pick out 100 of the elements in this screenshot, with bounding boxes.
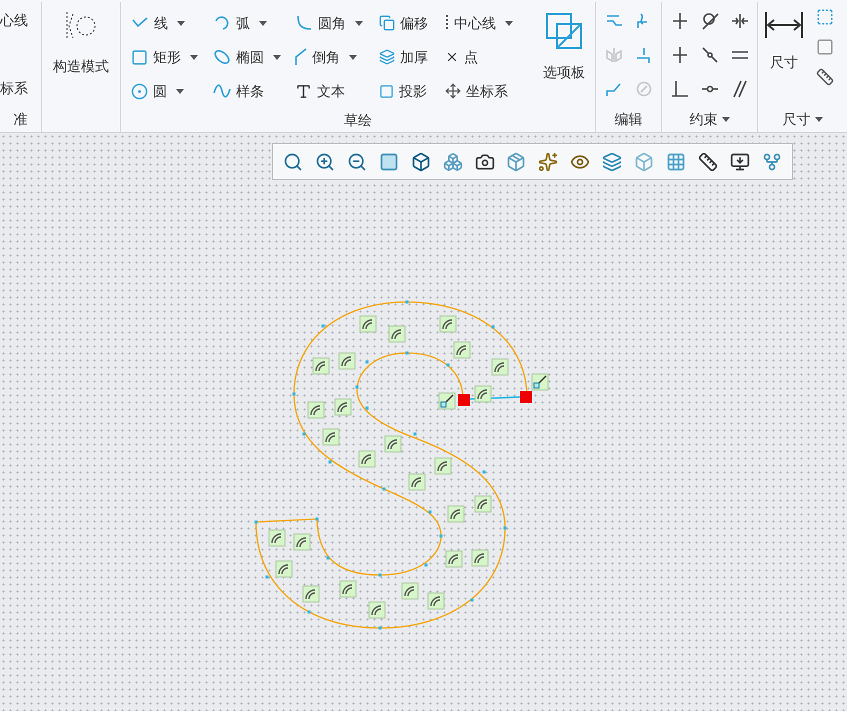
connecting-line bbox=[470, 396, 520, 400]
constraint-marker-icon bbox=[428, 592, 444, 610]
ruler-icon bbox=[698, 152, 718, 172]
constraint-marker-icon bbox=[384, 436, 402, 452]
endpoint-marker-icon bbox=[458, 394, 470, 406]
tool-button[interactable]: 线 bbox=[131, 6, 213, 40]
grid-icon bbox=[666, 152, 686, 172]
tool-button[interactable]: 投影 bbox=[379, 74, 445, 108]
constraint-marker-icon bbox=[360, 316, 376, 332]
constraint-marker-icon bbox=[308, 402, 324, 418]
square-icon bbox=[379, 84, 394, 98]
ellipse-icon bbox=[213, 48, 231, 66]
copy-icon bbox=[379, 15, 395, 31]
camera-icon bbox=[474, 152, 495, 172]
tool-button[interactable]: 圆角 bbox=[295, 6, 379, 40]
slanted-corner-icon bbox=[295, 48, 307, 66]
search-icon bbox=[283, 152, 303, 172]
horizontal-constraint-icon bbox=[671, 46, 689, 64]
tool-button[interactable]: 坐标系 bbox=[445, 74, 543, 108]
axes-icon bbox=[445, 83, 461, 99]
box-icon bbox=[506, 152, 526, 172]
constraint-marker-icon bbox=[388, 326, 406, 342]
layers-icon bbox=[379, 49, 395, 65]
rectangle-icon bbox=[816, 38, 834, 56]
constraint-marker-icon bbox=[338, 352, 356, 370]
dimension-button[interactable]: 尺寸 bbox=[758, 2, 810, 106]
construction-mode-button[interactable]: 构造模式 bbox=[53, 8, 109, 77]
coincident-constraint-icon bbox=[701, 46, 719, 64]
tool-button[interactable]: 倒角 bbox=[295, 40, 379, 74]
constraint-marker-icon bbox=[358, 450, 376, 468]
constraint-marker-icon bbox=[472, 550, 488, 566]
constraint-marker-icon bbox=[276, 560, 292, 578]
constraint-marker-icon bbox=[334, 398, 352, 416]
tool-button[interactable]: 矩形 bbox=[131, 40, 213, 74]
vertical-constraint-icon bbox=[671, 12, 689, 30]
constraint-marker-icon bbox=[454, 342, 470, 358]
constraint-marker-icon bbox=[474, 496, 492, 512]
tool-label[interactable]: 标系 bbox=[0, 78, 28, 99]
rotate-icon bbox=[635, 80, 653, 98]
line-constraint-icon bbox=[532, 374, 548, 390]
monitor-icon bbox=[730, 152, 750, 172]
square-split-icon bbox=[545, 12, 583, 50]
tool-button[interactable]: 圆 bbox=[131, 74, 213, 108]
cube-icon bbox=[410, 152, 431, 172]
constraint-marker-icon bbox=[448, 506, 464, 522]
tool-button[interactable]: 点 bbox=[445, 40, 543, 74]
tool-button[interactable]: 中心线 bbox=[445, 6, 543, 40]
corner-arc-icon bbox=[295, 14, 313, 32]
tool-button[interactable]: 文本 bbox=[295, 74, 379, 108]
layers-icon bbox=[602, 152, 622, 172]
wave-icon bbox=[213, 82, 231, 100]
ruler-icon bbox=[816, 68, 834, 86]
palette-button[interactable]: 选项板 bbox=[543, 6, 585, 86]
constraint-marker-icon bbox=[440, 316, 456, 332]
constraint-marker-icon bbox=[268, 530, 286, 546]
constraint-marker-icon bbox=[492, 358, 508, 376]
dashed-line-icon bbox=[445, 14, 449, 32]
dashed-rectangle-icon bbox=[816, 8, 834, 26]
cubes-icon bbox=[442, 152, 463, 172]
tool-label[interactable]: 心线 bbox=[0, 10, 28, 31]
constraint-marker-icon bbox=[474, 386, 492, 402]
zoom-in-icon bbox=[314, 152, 335, 172]
endpoint-marker-icon bbox=[520, 391, 532, 403]
constraint-marker-icon bbox=[446, 550, 462, 568]
mirror-icon bbox=[605, 46, 623, 64]
sparkle-icon bbox=[538, 152, 558, 172]
cross-icon bbox=[445, 50, 459, 64]
constraint-marker-icon bbox=[434, 458, 452, 474]
line-constraint-icon bbox=[438, 392, 456, 410]
group-label: 准 bbox=[14, 110, 28, 128]
corner-icon bbox=[635, 46, 653, 64]
parallel-constraint-icon bbox=[731, 80, 749, 98]
text-icon bbox=[295, 82, 312, 100]
constraint-marker-icon bbox=[340, 580, 356, 598]
symmetric-constraint-icon bbox=[731, 12, 749, 30]
constraint-marker-icon bbox=[294, 534, 310, 550]
fork-icon bbox=[762, 152, 782, 172]
tangent-constraint-icon bbox=[701, 12, 719, 30]
zoom-out-icon bbox=[346, 152, 367, 172]
tool-button[interactable]: 偏移 bbox=[379, 6, 445, 40]
tool-button[interactable]: 椭圆 bbox=[213, 40, 295, 74]
circle-icon bbox=[131, 82, 148, 100]
shaded-square-icon bbox=[378, 152, 399, 172]
arc-icon bbox=[213, 14, 231, 32]
rectangle-icon bbox=[131, 48, 148, 66]
group-label[interactable]: 约束 bbox=[690, 108, 730, 130]
group-label[interactable]: 尺寸 bbox=[782, 108, 822, 130]
double-arrow-icon bbox=[764, 10, 804, 40]
constraint-marker-icon bbox=[368, 602, 386, 618]
constraint-marker-icon bbox=[312, 358, 330, 374]
tool-button[interactable]: 弧 bbox=[213, 6, 295, 40]
constraint-marker-icon bbox=[322, 428, 340, 446]
constraint-marker-icon bbox=[302, 586, 320, 602]
tool-button[interactable]: 加厚 bbox=[379, 40, 445, 74]
tool-button[interactable]: 样条 bbox=[213, 74, 295, 108]
constraint-marker-icon bbox=[402, 582, 418, 600]
group-label: 编辑 bbox=[614, 110, 642, 128]
constraint-marker-icon bbox=[408, 474, 426, 490]
cube-icon bbox=[634, 152, 654, 172]
group-label: 草绘 bbox=[344, 110, 372, 130]
